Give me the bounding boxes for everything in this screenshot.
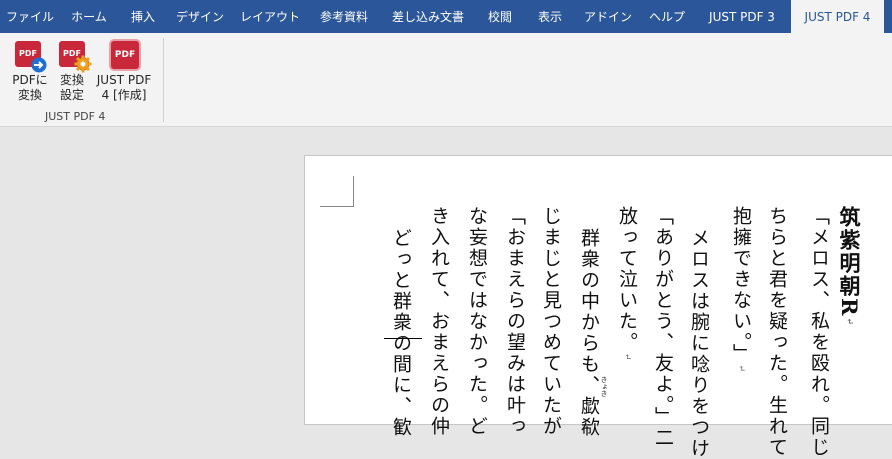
text-column: 群衆の中からも、歔欷 [578,228,600,438]
just-pdf-create-icon: PDF [106,39,142,73]
pdf-settings-gear-icon: PDF [54,39,92,73]
crop-mark [320,206,354,207]
tab-addins[interactable]: アドイン [576,0,640,33]
ribbon-group-label: JUST PDF 4 [45,110,106,123]
text-column: き入れて、おまえらの仲 [428,206,450,437]
tab-references[interactable]: 参考資料 [308,0,380,33]
text-cursor [384,338,422,339]
tab-file[interactable]: ファイル [0,0,60,33]
tab-home[interactable]: ホーム [60,0,118,33]
convert-to-pdf-button[interactable]: PDF PDFに 変換 [6,39,54,103]
text-column: じまじと見つめていたが [540,206,562,437]
text-column: 抱擁できない。」↵ [730,206,752,375]
ribbon-tab-bar: ファイル ホーム 挿入 デザイン レイアウト 参考資料 差し込み文書 校閲 表示… [0,0,892,34]
text-column: 放って泣いた。↵ [616,206,638,363]
text-column: 「ありがとう、友よ。」二 [652,206,674,449]
tab-view[interactable]: 表示 [524,0,576,33]
tab-help[interactable]: ヘルプ [640,0,694,33]
just-pdf-4-create-button[interactable]: PDF JUST PDF 4 [作成] [93,39,155,103]
conversion-settings-button[interactable]: PDF 変換 設定 [50,39,94,103]
font-name-heading: 筑紫明朝R↵ [837,206,862,327]
text-column: 「メロス、私を殴れ。同じ [808,206,830,458]
tab-just-pdf-4[interactable]: JUST PDF 4 [791,0,884,34]
ribbon-group-separator [163,38,164,122]
text-column: 「おまえらの望みは叶っ [504,206,526,437]
ribbon-panel: PDF PDFに 変換 PDF 変換 設定 PDF JUST PDF 4 [作成… [0,33,892,127]
crop-mark [353,176,354,206]
text-column: メロスは腕に唸りをつけ [688,228,710,459]
text-column: な妄想ではなかった。ど [466,206,488,437]
pdf-convert-icon: PDF [12,39,48,73]
tab-mailings[interactable]: 差し込み文書 [380,0,476,33]
tab-review[interactable]: 校閲 [476,0,524,33]
text-column: どっと群衆の間に、歓 [390,228,412,438]
ruby-annotation: きょき [600,376,608,397]
text-column: ちらと君を疑った。生れて [766,206,788,458]
tab-design[interactable]: デザイン [168,0,232,33]
tab-layout[interactable]: レイアウト [232,0,308,33]
tab-just-pdf-3[interactable]: JUST PDF 3 [694,0,790,33]
tab-insert[interactable]: 挿入 [118,0,168,33]
